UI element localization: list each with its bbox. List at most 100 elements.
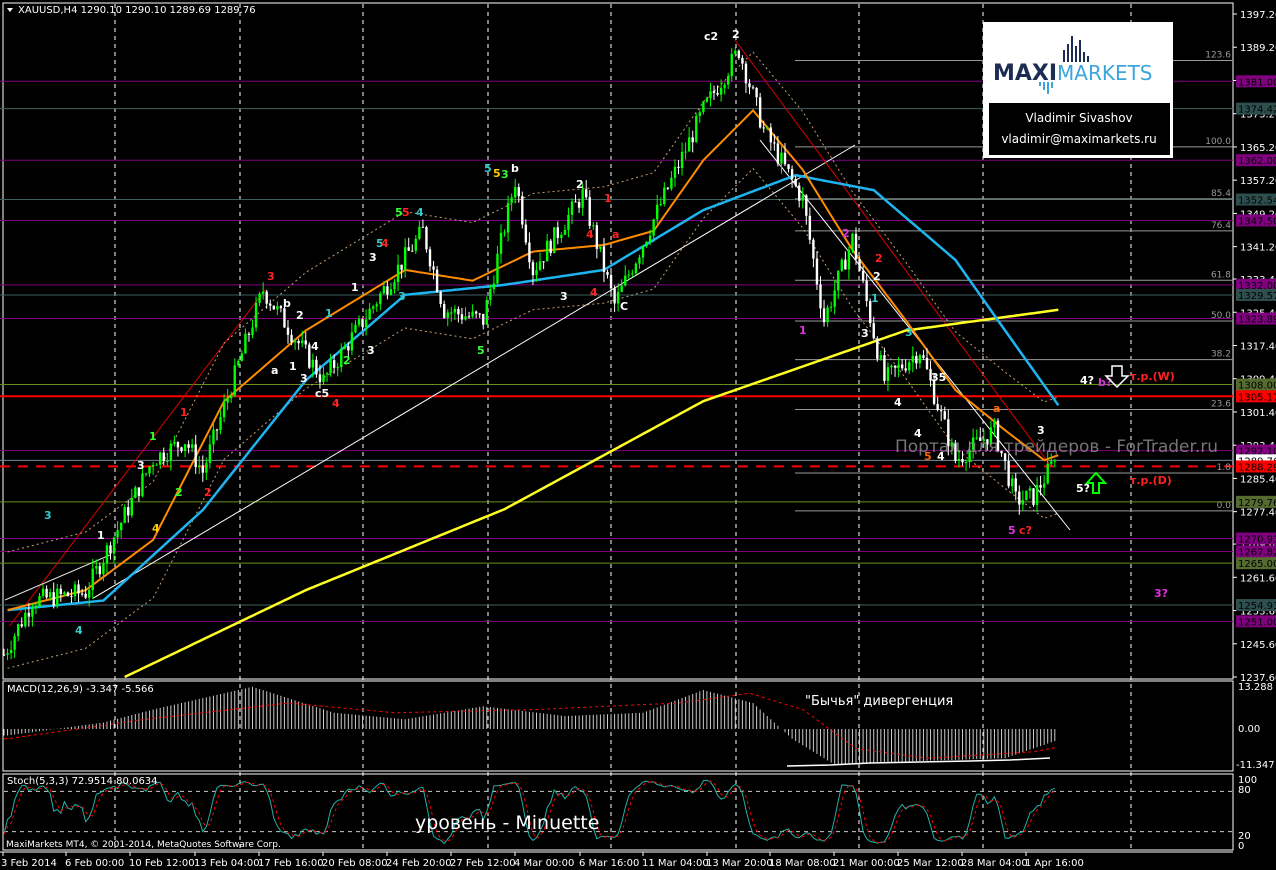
price-tick-label: 1261.60 bbox=[1240, 573, 1276, 584]
price-tag: 1352.54 bbox=[1236, 193, 1276, 207]
candle-body bbox=[840, 259, 843, 271]
time-tick-label: 4 Mar 00:00 bbox=[514, 858, 574, 869]
candle-body bbox=[719, 87, 723, 95]
candle bbox=[272, 305, 275, 310]
candle-body bbox=[691, 137, 694, 143]
candle-body bbox=[787, 164, 790, 170]
candle-body bbox=[908, 362, 911, 371]
candle-body bbox=[652, 219, 655, 236]
candle-body bbox=[897, 364, 900, 368]
candle-body bbox=[276, 306, 279, 310]
price-tag-label: 1265.00 bbox=[1238, 559, 1276, 570]
candle-body bbox=[1018, 491, 1021, 505]
candle-body bbox=[73, 584, 77, 597]
candle-body bbox=[798, 185, 801, 201]
candle-body bbox=[183, 444, 187, 451]
candle bbox=[634, 261, 638, 275]
candle-body bbox=[237, 361, 240, 366]
wave-label: 5 bbox=[1008, 524, 1016, 537]
wave-label: 1 bbox=[325, 307, 333, 320]
candle-body bbox=[219, 417, 222, 431]
candle-body bbox=[148, 466, 151, 474]
candle-body bbox=[176, 442, 180, 448]
candle-body bbox=[1014, 478, 1017, 492]
candle-body bbox=[411, 250, 414, 252]
candle-body bbox=[833, 290, 836, 307]
candle-body bbox=[279, 306, 283, 309]
candle-body bbox=[794, 178, 797, 186]
candle-body bbox=[24, 612, 27, 627]
candle-body bbox=[730, 53, 733, 77]
candle-body bbox=[957, 458, 961, 462]
candle-body bbox=[460, 314, 464, 320]
time-tick-label: 3 Feb 2014 bbox=[1, 858, 57, 869]
candle-body bbox=[151, 464, 155, 467]
candle-body bbox=[1053, 460, 1056, 462]
candle-body bbox=[606, 271, 609, 275]
candle-body bbox=[1035, 485, 1039, 505]
candle-body bbox=[478, 313, 481, 315]
candle-body bbox=[577, 202, 581, 208]
candle-body bbox=[883, 355, 886, 381]
candle-body bbox=[712, 91, 716, 93]
price-tag-label: 1308.00 bbox=[1238, 381, 1276, 392]
wave-label: a bbox=[271, 364, 278, 377]
candle-body bbox=[595, 225, 599, 249]
candle-body bbox=[453, 309, 457, 313]
candle-body bbox=[70, 596, 73, 598]
candle bbox=[758, 92, 762, 129]
candle-body bbox=[173, 442, 176, 444]
candle-body bbox=[304, 340, 307, 345]
wave-label: a bbox=[993, 402, 1000, 415]
candle-body bbox=[886, 367, 890, 381]
candle-body bbox=[41, 588, 45, 596]
target-w-label: т.р.(W) bbox=[1130, 370, 1175, 383]
candle-body bbox=[783, 152, 787, 165]
candle-body bbox=[375, 304, 378, 307]
price-tick-label: 1277.40 bbox=[1240, 508, 1276, 519]
wave-label: 3 bbox=[137, 459, 145, 472]
price-tag-label: 1251.00 bbox=[1238, 617, 1276, 628]
candle-body bbox=[109, 545, 112, 554]
price-tag: 1381.00 bbox=[1236, 75, 1276, 88]
wave-label: 3 bbox=[44, 509, 52, 522]
candle-body bbox=[698, 112, 701, 116]
candle-body bbox=[648, 235, 652, 242]
candle-body bbox=[450, 312, 453, 314]
candle-body bbox=[769, 127, 772, 143]
fibo-label: 76.4 bbox=[1211, 221, 1231, 231]
price-tag: 1254.93 bbox=[1236, 599, 1276, 612]
candle-body bbox=[443, 304, 446, 318]
wave-label: 5 bbox=[402, 206, 410, 219]
candle-body bbox=[336, 366, 339, 368]
candle-body bbox=[677, 166, 680, 169]
wave-label: 3 bbox=[398, 290, 406, 303]
candle-body bbox=[162, 452, 165, 462]
candle-body bbox=[673, 166, 677, 178]
fibo-label: 23.6 bbox=[1211, 399, 1231, 409]
candle bbox=[485, 296, 488, 325]
candle-body bbox=[6, 653, 9, 655]
price-chart[interactable]: 123.6100.085.476.461.850.038.223.61.80.0… bbox=[0, 0, 1276, 870]
candle bbox=[840, 257, 843, 272]
candle-body bbox=[386, 286, 389, 295]
wave-label: 1 bbox=[871, 292, 879, 305]
candle-body bbox=[510, 197, 513, 203]
candle-body bbox=[812, 239, 815, 259]
candle-body bbox=[1011, 478, 1014, 487]
candle-body bbox=[776, 143, 780, 164]
candle-body bbox=[805, 195, 808, 216]
wave-label: 35 bbox=[931, 371, 946, 384]
candle-body bbox=[943, 411, 946, 420]
wave-label: 2 bbox=[204, 486, 212, 499]
candle-body bbox=[641, 246, 645, 258]
candle bbox=[1032, 488, 1035, 507]
candle-body bbox=[592, 225, 595, 227]
time-tick-label: 6 Feb 00:00 bbox=[65, 858, 124, 869]
candle-body bbox=[215, 429, 219, 431]
candle-body bbox=[808, 215, 812, 240]
candle-body bbox=[826, 307, 829, 323]
candle-body bbox=[332, 360, 336, 368]
candle-body bbox=[155, 464, 158, 466]
candle-body bbox=[829, 306, 833, 308]
